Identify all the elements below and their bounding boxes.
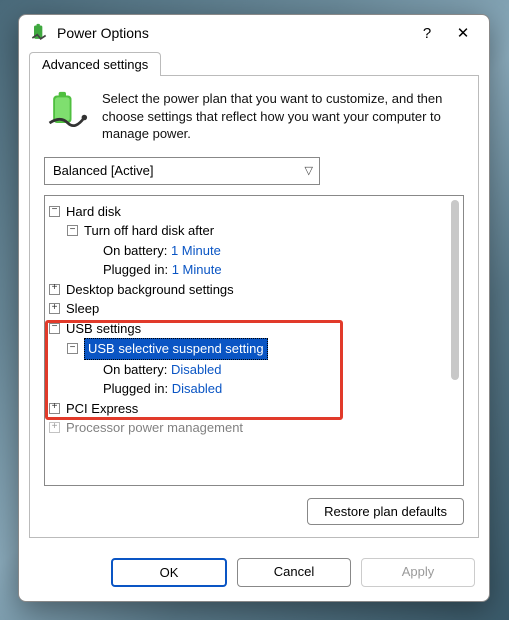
collapse-icon[interactable]: −: [49, 323, 60, 334]
collapse-icon[interactable]: −: [49, 206, 60, 217]
scrollbar-thumb[interactable]: [451, 200, 459, 380]
tree-scrollbar[interactable]: [449, 198, 461, 483]
value-link[interactable]: Disabled: [172, 381, 223, 396]
close-button[interactable]: ✕: [445, 15, 481, 51]
apply-button[interactable]: Apply: [361, 558, 475, 587]
tree-node-processor-power[interactable]: + Processor power management: [49, 418, 459, 438]
tree-node-desktop-bg[interactable]: + Desktop background settings: [49, 280, 459, 300]
help-button[interactable]: ?: [409, 15, 445, 51]
tree-node-usb-settings[interactable]: − USB settings: [49, 319, 459, 339]
chevron-down-icon: ▽: [305, 164, 313, 177]
window-title: Power Options: [57, 25, 409, 41]
battery-plug-icon: [29, 23, 49, 43]
power-plan-dropdown[interactable]: Balanced [Active] ▽: [44, 157, 320, 185]
value-link[interactable]: 1 Minute: [171, 243, 221, 258]
dialog-button-row: OK Cancel Apply: [19, 548, 489, 601]
value-link[interactable]: 1 Minute: [172, 262, 222, 277]
intro-text: Select the power plan that you want to c…: [102, 90, 464, 143]
expand-icon[interactable]: +: [49, 284, 60, 295]
tree-node-pci-express[interactable]: + PCI Express: [49, 399, 459, 419]
collapse-icon[interactable]: −: [67, 343, 78, 354]
expand-icon[interactable]: +: [49, 303, 60, 314]
power-options-dialog: Power Options ? ✕ Advanced settings Sele…: [18, 14, 490, 602]
intro-row: Select the power plan that you want to c…: [44, 90, 464, 143]
ok-button[interactable]: OK: [111, 558, 227, 587]
restore-defaults-button[interactable]: Restore plan defaults: [307, 498, 464, 525]
cancel-button[interactable]: Cancel: [237, 558, 351, 587]
collapse-icon[interactable]: −: [67, 225, 78, 236]
title-bar: Power Options ? ✕: [19, 15, 489, 51]
tab-advanced-settings[interactable]: Advanced settings: [29, 52, 161, 76]
tree-node-usb-selective-suspend[interactable]: − USB selective suspend setting: [49, 338, 459, 360]
tree-leaf-usb-battery[interactable]: On battery: Disabled: [49, 360, 459, 380]
value-link[interactable]: Disabled: [171, 362, 222, 377]
expand-icon[interactable]: +: [49, 422, 60, 433]
settings-tree: − Hard disk − Turn off hard disk after O…: [44, 195, 464, 486]
tree-node-sleep[interactable]: + Sleep: [49, 299, 459, 319]
tree-node-turn-off-hard-disk[interactable]: − Turn off hard disk after: [49, 221, 459, 241]
tab-page: Select the power plan that you want to c…: [29, 75, 479, 538]
tree-selected-label: USB selective suspend setting: [84, 338, 268, 360]
tab-strip: Advanced settings: [19, 51, 489, 75]
battery-plug-large-icon: [44, 90, 88, 134]
expand-icon[interactable]: +: [49, 403, 60, 414]
tree-leaf-usb-plugged[interactable]: Plugged in: Disabled: [49, 379, 459, 399]
tree-leaf-hd-battery[interactable]: On battery: 1 Minute: [49, 241, 459, 261]
power-plan-selected: Balanced [Active]: [53, 163, 153, 178]
tree-leaf-hd-plugged[interactable]: Plugged in: 1 Minute: [49, 260, 459, 280]
tree-node-hard-disk[interactable]: − Hard disk: [49, 202, 459, 222]
